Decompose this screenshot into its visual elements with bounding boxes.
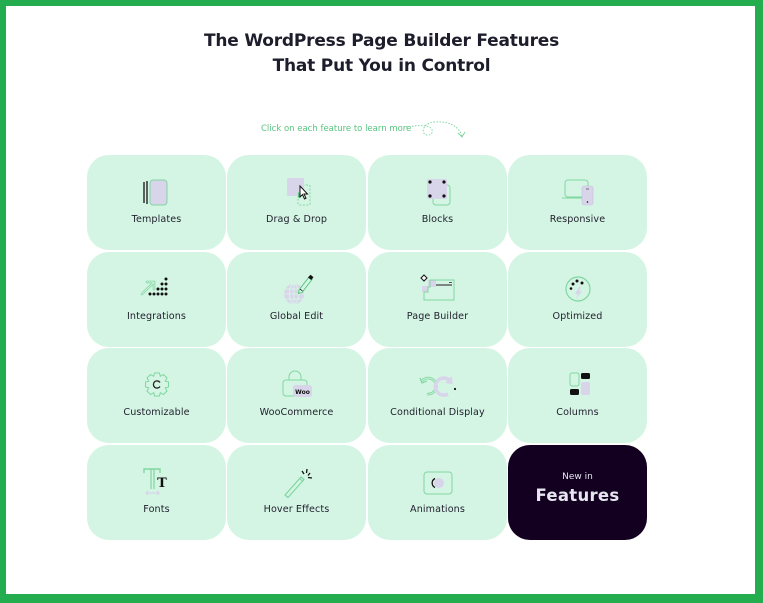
feature-card-blocks[interactable]: Blocks bbox=[368, 155, 507, 250]
feature-label: Optimized bbox=[552, 311, 603, 322]
feature-label: Blocks bbox=[421, 214, 454, 225]
feature-label: Global Edit bbox=[269, 311, 324, 322]
new-features-title: Features bbox=[535, 486, 620, 505]
animations-icon bbox=[423, 471, 452, 495]
feature-card-drag-drop[interactable]: Drag & Drop bbox=[227, 155, 366, 250]
feature-card-optimized[interactable]: Optimized bbox=[508, 252, 647, 347]
feature-label: Fonts bbox=[143, 504, 170, 515]
feature-card-conditional-display[interactable]: Conditional Display bbox=[368, 348, 507, 443]
page-builder-icon bbox=[419, 274, 454, 301]
magic-wand-icon bbox=[283, 468, 312, 499]
feature-label: Hover Effects bbox=[263, 504, 330, 515]
feature-label: Integrations bbox=[126, 311, 187, 322]
feature-grid: Templates Drag & Drop Blocks Responsive … bbox=[87, 155, 648, 541]
feature-card-animations[interactable]: Animations bbox=[368, 445, 507, 540]
fonts-icon: T bbox=[142, 468, 167, 496]
integrations-icon bbox=[140, 277, 167, 296]
feature-card-fonts[interactable]: T Fonts bbox=[87, 445, 226, 540]
templates-icon bbox=[142, 179, 167, 206]
drag-drop-icon bbox=[286, 178, 310, 206]
feature-label: Templates bbox=[131, 214, 182, 225]
blocks-icon bbox=[426, 179, 450, 206]
feature-label: Page Builder bbox=[406, 311, 469, 322]
feature-card-customizable[interactable]: Customizable bbox=[87, 348, 226, 443]
feature-label: Conditional Display bbox=[390, 407, 485, 418]
svg-text:Woo: Woo bbox=[295, 389, 310, 396]
svg-text:T: T bbox=[157, 476, 167, 491]
columns-icon bbox=[569, 372, 590, 395]
feature-label: Customizable bbox=[123, 407, 190, 418]
title-line-2: That Put You in Control bbox=[272, 56, 491, 76]
feature-card-integrations[interactable]: Integrations bbox=[87, 252, 226, 347]
global-edit-icon bbox=[283, 274, 313, 305]
title-line-1: The WordPress Page Builder Features bbox=[203, 31, 560, 51]
feature-card-columns[interactable]: Columns bbox=[508, 348, 647, 443]
feature-card-templates[interactable]: Templates bbox=[87, 155, 226, 250]
feature-label: Responsive bbox=[549, 214, 606, 225]
feature-card-woocommerce[interactable]: Woo WooCommerce bbox=[227, 348, 366, 443]
conditional-display-icon bbox=[418, 376, 456, 397]
gear-icon bbox=[144, 372, 169, 397]
new-features-card[interactable]: New in Features bbox=[508, 445, 647, 540]
responsive-icon bbox=[561, 179, 593, 206]
hint-text: Click on each feature to learn more bbox=[261, 124, 412, 134]
dotted-curved-arrow-icon bbox=[405, 121, 466, 138]
feature-label: Columns bbox=[556, 407, 599, 418]
feature-label: WooCommerce bbox=[259, 407, 334, 418]
feature-card-global-edit[interactable]: Global Edit bbox=[227, 252, 366, 347]
page-title: The WordPress Page Builder Features That… bbox=[0, 29, 763, 79]
feature-label: Animations bbox=[410, 504, 465, 515]
new-features-subtitle: New in bbox=[562, 472, 593, 482]
optimized-icon bbox=[564, 276, 591, 302]
feature-card-responsive[interactable]: Responsive bbox=[508, 155, 647, 250]
feature-card-hover-effects[interactable]: Hover Effects bbox=[227, 445, 366, 540]
woocommerce-icon: Woo bbox=[282, 370, 312, 397]
feature-label: Drag & Drop bbox=[265, 214, 328, 225]
feature-card-page-builder[interactable]: Page Builder bbox=[368, 252, 507, 347]
